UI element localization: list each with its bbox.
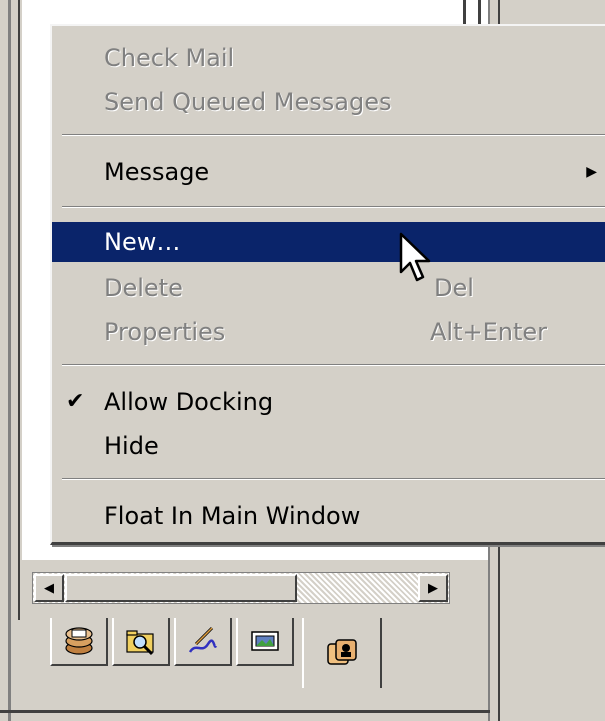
menu-item-properties[interactable]: Properties Alt+Enter <box>52 312 605 352</box>
scroll-right-arrow-icon: ▶ <box>428 580 438 596</box>
menu-item-label: New… <box>104 228 181 256</box>
menu-item-check-mail[interactable]: Check Mail <box>52 38 605 78</box>
scrollbar-thumb[interactable] <box>65 574 297 602</box>
pane-border-left <box>18 0 20 620</box>
menu-item-label: Hide <box>104 432 159 460</box>
menu-item-send-queued-messages[interactable]: Send Queued Messages <box>52 82 605 122</box>
mail-stack-icon <box>65 627 93 655</box>
menu-item-label: Properties <box>104 318 226 346</box>
menu-separator <box>62 478 605 480</box>
menu-item-label: Allow Docking <box>104 388 274 416</box>
context-menu: Check Mail Send Queued Messages Message … <box>50 24 605 545</box>
menu-item-new[interactable]: New… <box>52 222 605 262</box>
menu-item-shortcut: Del <box>434 274 474 302</box>
horizontal-scrollbar[interactable]: ◀ ▶ <box>32 572 450 604</box>
scroll-left-arrow-icon: ◀ <box>44 580 54 596</box>
people-cards-icon <box>327 639 357 665</box>
scroll-left-button[interactable]: ◀ <box>34 574 64 602</box>
menu-item-label: Delete <box>104 274 183 302</box>
arrow-cursor-icon <box>399 232 431 282</box>
mailbox-tab-strip <box>50 618 400 688</box>
checkmark-icon: ✔ <box>66 389 85 414</box>
window-frame-left <box>8 0 11 721</box>
menu-item-label: Check Mail <box>104 44 235 72</box>
mailbox-icon <box>251 631 279 651</box>
tab-address-book[interactable] <box>302 618 382 688</box>
menu-separator <box>62 206 605 208</box>
scroll-right-button[interactable]: ▶ <box>418 574 448 602</box>
menu-item-float-in-main-window[interactable]: Float In Main Window <box>52 496 605 536</box>
folder-search-icon <box>126 630 154 656</box>
menu-item-message[interactable]: Message ▶ <box>52 152 605 192</box>
tab-search[interactable] <box>112 618 170 666</box>
tab-mailboxes[interactable] <box>50 618 108 666</box>
window-frame-bottom <box>0 710 490 713</box>
tab-mailbox[interactable] <box>236 618 294 666</box>
menu-item-shortcut: Alt+Enter <box>430 318 548 346</box>
menu-item-label: Float In Main Window <box>104 502 361 530</box>
pen-signature-icon <box>188 626 218 653</box>
menu-item-delete[interactable]: Delete Del <box>52 268 605 308</box>
triangle-right-icon: ▶ <box>586 164 597 180</box>
menu-separator <box>62 134 605 136</box>
menu-item-label: Send Queued Messages <box>104 88 392 116</box>
tab-signatures[interactable] <box>174 618 232 666</box>
menu-item-hide[interactable]: Hide <box>52 426 605 466</box>
menu-separator <box>62 364 605 366</box>
menu-item-label: Message <box>104 158 210 186</box>
menu-item-allow-docking[interactable]: ✔ Allow Docking <box>52 382 605 422</box>
